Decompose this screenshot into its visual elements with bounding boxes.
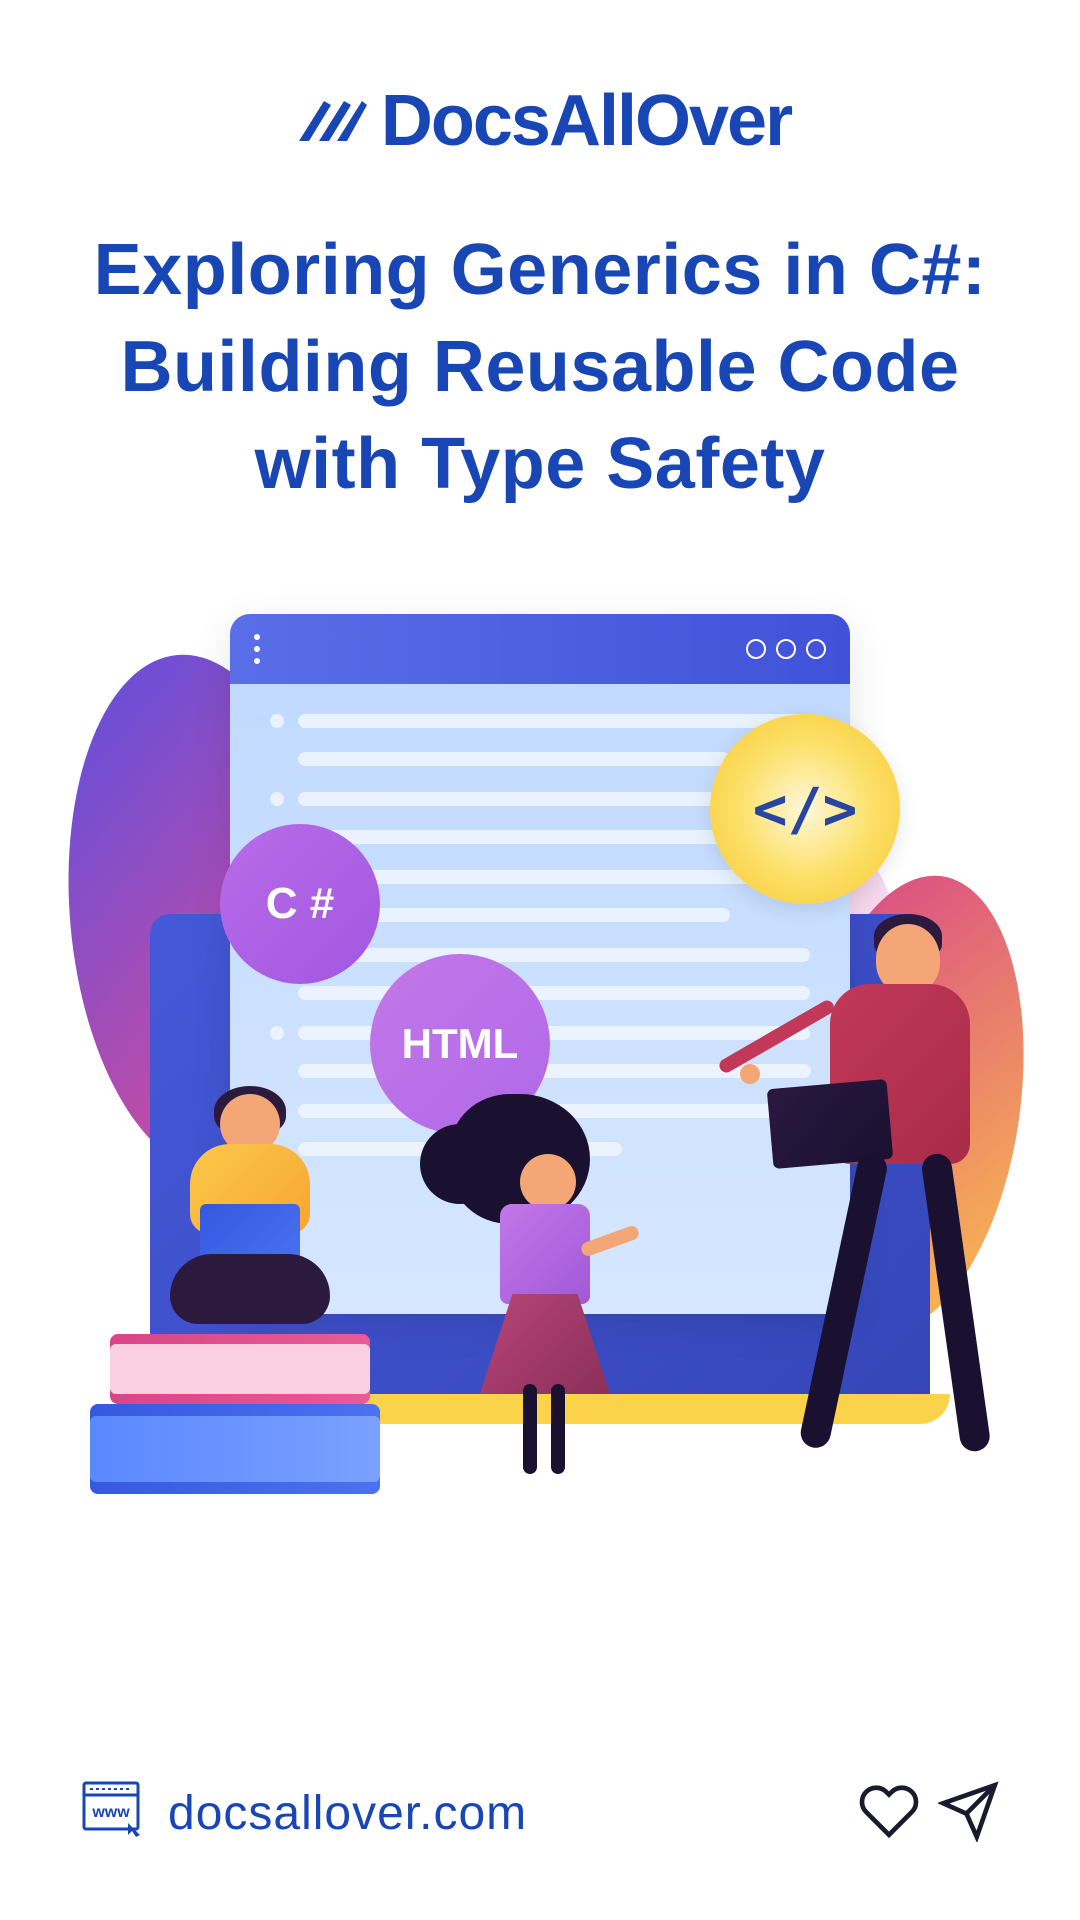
person-girl <box>450 1094 630 1474</box>
books-stack <box>90 1294 390 1494</box>
code-badge: </> <box>710 714 900 904</box>
svg-text:www: www <box>91 1804 130 1821</box>
footer-left: www docsallover.com <box>80 1777 527 1850</box>
footer-right <box>858 1780 1000 1847</box>
html-label: HTML <box>402 1020 519 1068</box>
brand-name: DocsAllOver <box>381 80 791 162</box>
heart-icon[interactable] <box>858 1780 920 1847</box>
csharp-label: C # <box>266 879 334 929</box>
code-tag-icon: </> <box>753 775 858 843</box>
window-controls-icon <box>746 639 826 659</box>
hero-illustration: C # HTML </> <box>90 594 990 1494</box>
brand-mark-icon <box>289 91 369 151</box>
brand-logo: DocsAllOver <box>289 80 791 162</box>
footer: www docsallover.com <box>80 1777 1000 1850</box>
browser-header <box>230 614 850 684</box>
person-man <box>740 914 1000 1474</box>
send-icon[interactable] <box>938 1780 1000 1847</box>
page-title: Exploring Generics in C#: Building Reusa… <box>80 222 1000 514</box>
www-browser-icon: www <box>80 1777 148 1850</box>
footer-url: docsallover.com <box>168 1786 527 1841</box>
menu-dots-icon <box>254 634 260 664</box>
csharp-badge: C # <box>220 824 380 984</box>
